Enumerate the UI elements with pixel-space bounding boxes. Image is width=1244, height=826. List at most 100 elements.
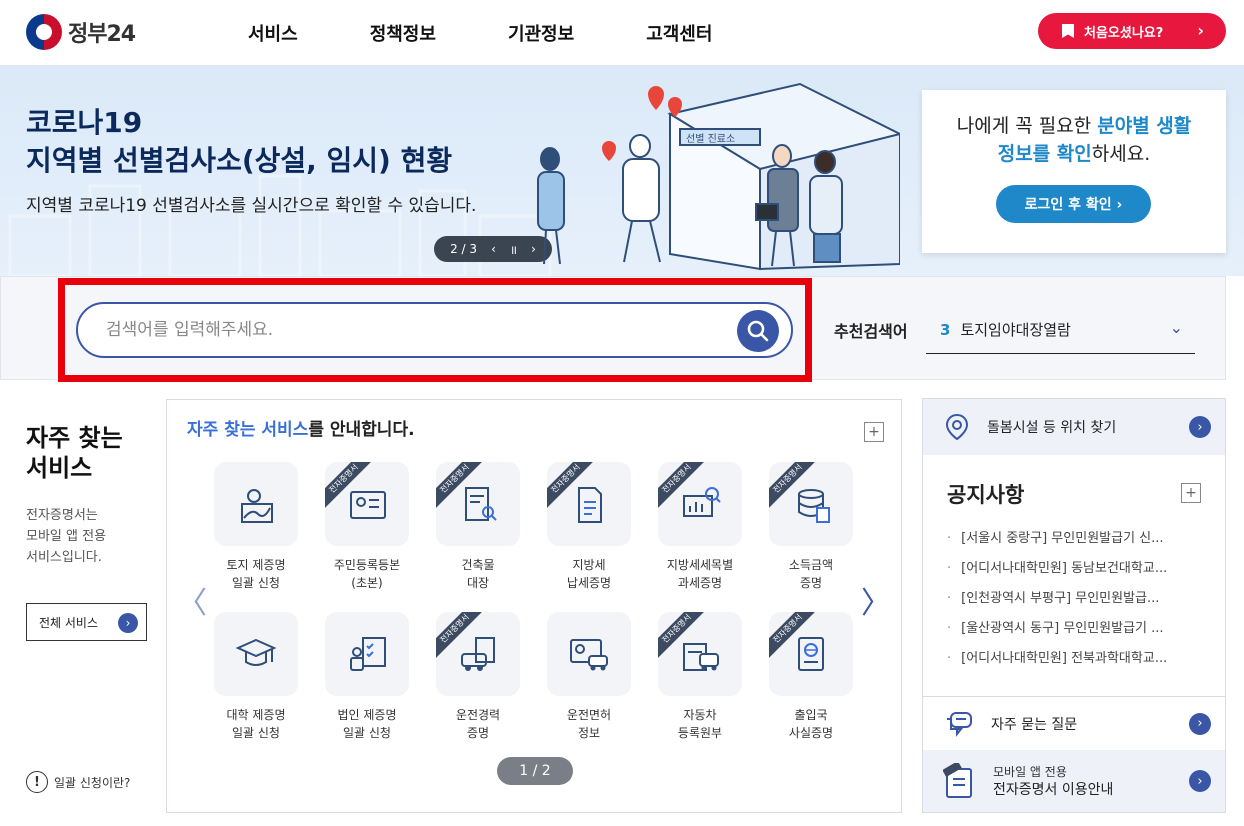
bookmark-icon bbox=[1062, 24, 1074, 38]
chevron-right-icon: › bbox=[1189, 712, 1211, 735]
license-car-icon bbox=[570, 639, 608, 671]
services-pager: 1 / 2 bbox=[497, 757, 573, 785]
personalized-info-text: 나에게 꼭 필요한 분야별 생활 정보를 확인하세요. bbox=[922, 112, 1226, 168]
database-icon bbox=[798, 489, 830, 523]
service-item[interactable]: 운전면허 정보 bbox=[547, 612, 631, 762]
notice-item[interactable]: [울산광역시 동구] 무인민원발급기 ... bbox=[947, 617, 1167, 647]
notice-more-button[interactable]: + bbox=[1181, 483, 1201, 503]
faq-link[interactable]: 자주 묻는 질문 › bbox=[923, 696, 1225, 750]
service-item[interactable]: 전자증명서 지방세 납세증명 bbox=[547, 462, 631, 612]
service-label-line1: 자동차 bbox=[683, 708, 717, 722]
banner-title-line1: 코로나19 bbox=[26, 106, 143, 139]
exclamation-icon: ! bbox=[26, 771, 48, 793]
service-label: 법인 제증명 일괄 신청 bbox=[315, 706, 419, 742]
service-label-line2: 사실증명 bbox=[788, 726, 834, 740]
services-grid: 토지 제증명 일괄 신청 전자증명서 주민등록등본 (초본) 전자증명서 건축물 대장 전자증명… bbox=[214, 462, 856, 762]
service-item[interactable]: 전자증명서 소득금액 증명 bbox=[769, 462, 853, 612]
service-tile: 전자증명서 bbox=[436, 612, 520, 696]
service-tile bbox=[547, 612, 631, 696]
notice-item[interactable]: [어디서나대학민원] 동남보건대학교... bbox=[947, 557, 1167, 587]
nav-services[interactable]: 서비스 bbox=[248, 20, 298, 46]
search-button[interactable] bbox=[737, 310, 779, 352]
mobile-line2: 전자증명서 이용안내 bbox=[993, 782, 1114, 798]
service-item[interactable]: 전자증명서 주민등록등본 (초본) bbox=[325, 462, 409, 612]
right-panel: 돌봄시설 등 위치 찾기 › 공지사항 + [서울시 중랑구] 무인민원발급기 … bbox=[922, 398, 1226, 813]
car-register-icon bbox=[683, 643, 719, 671]
desc-line1: 전자증명서는 bbox=[26, 508, 98, 523]
mobile-line1: 모바일 앱 전용 bbox=[993, 765, 1067, 779]
service-tile: 전자증명서 bbox=[547, 462, 631, 546]
next-page-arrow[interactable]: 〉 bbox=[861, 578, 891, 622]
service-item[interactable]: 전자증명서 운전경력 증명 bbox=[436, 612, 520, 762]
nav-policy[interactable]: 정책정보 bbox=[370, 20, 436, 46]
desc-line3: 서비스입니다. bbox=[26, 550, 102, 565]
service-item[interactable]: 법인 제증명 일괄 신청 bbox=[325, 612, 409, 762]
service-label: 소득금액 증명 bbox=[759, 556, 863, 592]
service-label: 지방세 납세증명 bbox=[537, 556, 641, 592]
service-tile: 전자증명서 bbox=[769, 462, 853, 546]
location-pin-icon bbox=[945, 413, 969, 441]
chevron-right-icon: › bbox=[1189, 770, 1211, 792]
chart-search-icon bbox=[683, 487, 721, 517]
banner-title[interactable]: 코로나19 지역별 선별검사소(상설, 임시) 현황 bbox=[26, 104, 452, 180]
service-label-line2: 과세증명 bbox=[677, 576, 723, 590]
service-item[interactable]: 토지 제증명일괄 신청 bbox=[214, 462, 298, 612]
chevron-right-icon: › bbox=[1189, 416, 1211, 438]
service-label-line2: 일괄 신청 bbox=[232, 576, 280, 590]
bulk-info-label: 일괄 신청이란? bbox=[54, 775, 131, 790]
search-input[interactable] bbox=[106, 316, 706, 344]
logo[interactable]: 정부24 bbox=[26, 14, 136, 50]
recommended-search-dropdown[interactable]: 3 토지임야대장열람 ⌄ bbox=[926, 306, 1195, 354]
nav-agency[interactable]: 기관정보 bbox=[508, 20, 574, 46]
nav-customer-center[interactable]: 고객센터 bbox=[646, 20, 712, 46]
care-facility-label: 돌봄시설 등 위치 찾기 bbox=[987, 420, 1117, 436]
service-tile: 전자증명서 bbox=[658, 612, 742, 696]
first-visit-button[interactable]: 처음오셨나요? › bbox=[1038, 13, 1226, 49]
service-label-line1: 법인 제증명 bbox=[337, 708, 397, 722]
service-label: 운전면허 정보 bbox=[537, 706, 641, 742]
login-check-button[interactable]: 로그인 후 확인 › bbox=[996, 185, 1151, 223]
bulk-application-info-link[interactable]: ! 일괄 신청이란? bbox=[26, 771, 130, 793]
notice-item[interactable]: [어디서나대학민원] 전북과학대학교... bbox=[947, 647, 1167, 677]
faq-label: 자주 묻는 질문 bbox=[991, 716, 1078, 733]
logo-text: 정부24 bbox=[68, 22, 136, 47]
service-item[interactable]: 전자증명서지방세세목별과세증명 bbox=[658, 462, 742, 612]
service-tile bbox=[214, 612, 298, 696]
pause-icon[interactable]: ॥ bbox=[510, 241, 517, 258]
service-label-line1: 토지 제증명 bbox=[226, 558, 286, 572]
service-label-line1: 지방세 bbox=[572, 558, 606, 572]
service-label: 출입국사실증명 bbox=[759, 706, 863, 742]
service-item[interactable]: 전자증명서 자동차 등록원부 bbox=[658, 612, 742, 762]
services-more-button[interactable]: + bbox=[864, 422, 884, 442]
mobile-certificate-guide[interactable]: 모바일 앱 전용 전자증명서 이용안내 › bbox=[923, 750, 1225, 812]
service-label-line2: 일괄 신청 bbox=[232, 726, 280, 740]
prev-slide-icon[interactable]: ‹ bbox=[491, 242, 496, 256]
banner-description: 지역별 코로나19 선별검사소를 실시간으로 확인할 수 있습니다. bbox=[26, 196, 477, 216]
service-item[interactable]: 전자증명서 건축물 대장 bbox=[436, 462, 520, 612]
plus-icon: + bbox=[1185, 485, 1197, 501]
chevron-down-icon: ⌄ bbox=[1169, 318, 1183, 337]
service-label-line1: 출입국 bbox=[794, 708, 828, 722]
passport-icon bbox=[798, 637, 824, 671]
frequent-services-desc: 전자증명서는 모바일 앱 전용 서비스입니다. bbox=[26, 505, 106, 568]
notice-title: 공지사항 bbox=[947, 483, 1025, 507]
banner-title-line2: 지역별 선별검사소(상설, 임시) 현황 bbox=[26, 144, 453, 177]
all-services-button[interactable]: 전체 서비스 › bbox=[26, 603, 147, 641]
service-label-line2: 대장 bbox=[466, 576, 490, 590]
recommended-rank: 3 bbox=[940, 320, 951, 339]
service-label-line1: 대학 제증명 bbox=[226, 708, 286, 722]
care-facility-finder[interactable]: 돌봄시설 등 위치 찾기 › bbox=[923, 399, 1225, 455]
service-label-line1: 지방세세목별 bbox=[666, 558, 734, 572]
service-label: 건축물 대장 bbox=[426, 556, 530, 592]
service-tile: 전자증명서 bbox=[658, 462, 742, 546]
car-document-icon bbox=[461, 637, 495, 671]
service-label: 자동차 등록원부 bbox=[648, 706, 752, 742]
id-card-icon bbox=[350, 491, 386, 519]
notice-item[interactable]: [인천광역시 부평구] 무인민원발급... bbox=[947, 587, 1167, 617]
service-item[interactable]: 전자증명서 출입국 사실증명 bbox=[769, 612, 853, 762]
service-item[interactable]: 대학 제증명일괄 신청 bbox=[214, 612, 298, 762]
services-heading-highlight: 자주 찾는 서비스 bbox=[187, 420, 309, 440]
mobile-certificate-icon bbox=[943, 763, 972, 798]
prev-page-arrow[interactable]: 〈 bbox=[177, 578, 207, 622]
notice-item[interactable]: [서울시 중랑구] 무인민원발급기 신... bbox=[947, 527, 1167, 557]
